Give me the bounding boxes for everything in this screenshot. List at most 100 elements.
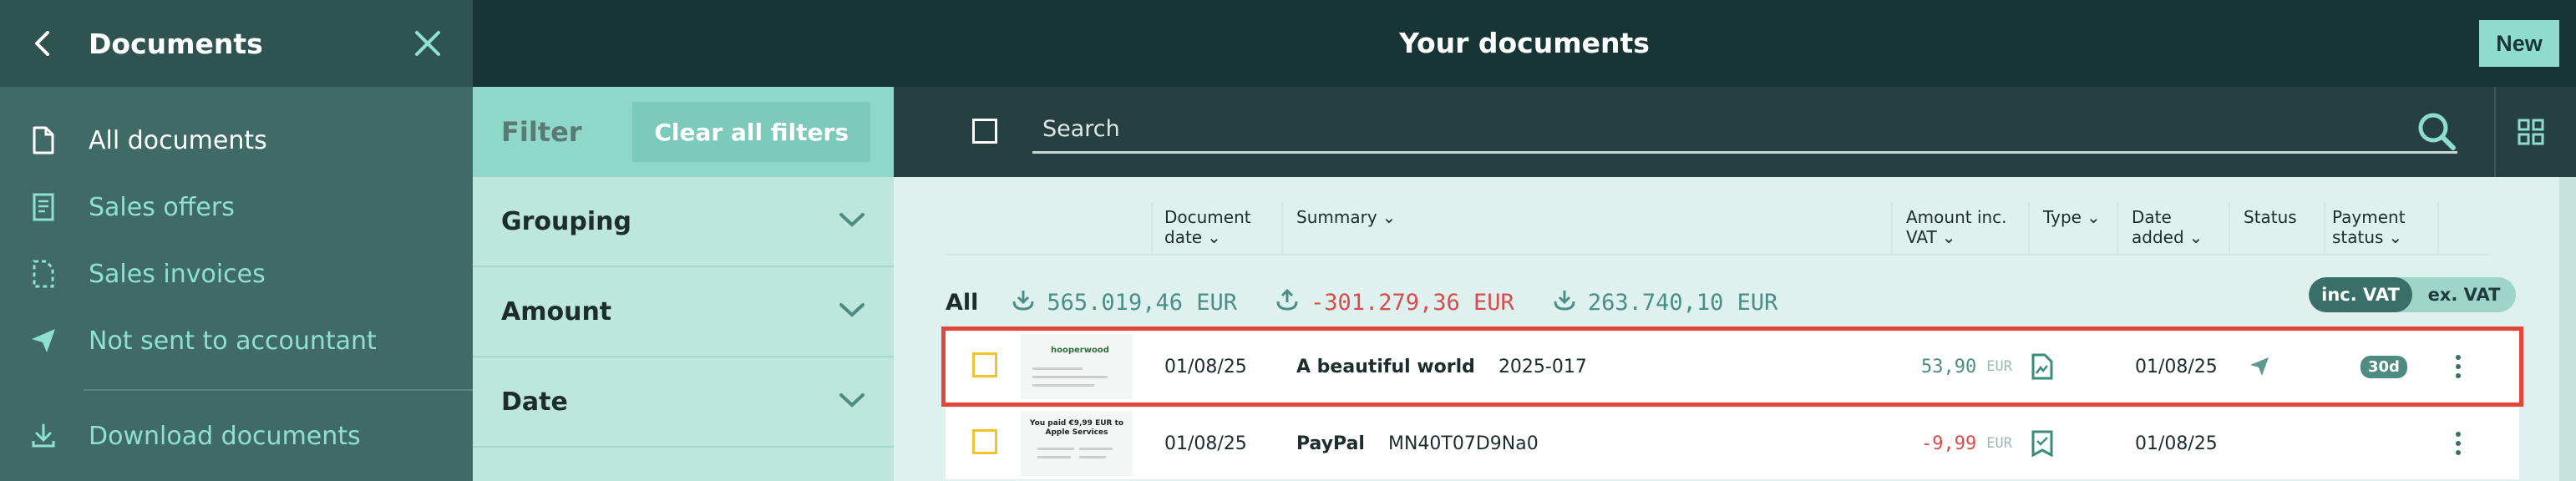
filter-section-grouping[interactable]: Grouping	[473, 177, 894, 267]
expense-icon	[1275, 288, 1299, 317]
row-checkbox[interactable]	[972, 352, 997, 377]
ex-vat-option[interactable]: ex. VAT	[2412, 277, 2516, 312]
select-all-checkbox[interactable]	[972, 119, 997, 144]
sidebar-item-label: Not sent to accountant	[89, 326, 377, 356]
search-input[interactable]	[1032, 107, 2457, 154]
document-amount: -9,99 EUR	[1921, 408, 2012, 479]
filter-section-amount[interactable]: Amount	[473, 267, 894, 357]
chevron-down-icon: ⌄	[1941, 227, 1956, 247]
sidebar-item-sales-offers[interactable]: Sales offers	[0, 174, 473, 240]
sidebar-item-sales-invoices[interactable]: Sales invoices	[0, 240, 473, 307]
column-separator	[2028, 202, 2030, 256]
document-thumbnail[interactable]: You paid €9,99 EUR to Apple Services	[1021, 411, 1133, 476]
column-separator	[2437, 202, 2439, 256]
search-icon[interactable]	[2416, 110, 2457, 152]
top-bar: Your documents New	[473, 0, 2576, 87]
totals-label: All	[946, 289, 979, 316]
grid-view-icon[interactable]	[2518, 119, 2544, 145]
column-header-document-date[interactable]: Document date ⌄	[1164, 207, 1273, 247]
clear-filters-button[interactable]: Clear all filters	[632, 102, 870, 162]
thumbnail-text: You paid €9,99 EUR to Apple Services	[1029, 419, 1124, 437]
amount-value: 53,90	[1921, 356, 1977, 377]
payment-badge: 30d	[2360, 355, 2407, 378]
column-separator	[1151, 202, 1153, 256]
invoice-icon	[27, 257, 60, 291]
column-header-date-added[interactable]: Date added ⌄	[2132, 207, 2224, 247]
column-separator	[2324, 202, 2325, 256]
date-added: 01/08/25	[2135, 433, 2218, 454]
balance-icon	[1553, 288, 1576, 317]
document-thumbnail[interactable]: hooperwood	[1021, 334, 1133, 399]
income-total: 565.019,46 EUR	[1047, 289, 1237, 316]
sidebar-item-label: All documents	[89, 125, 267, 155]
scrollbar[interactable]	[2559, 177, 2576, 481]
date-added: 01/08/25	[2135, 356, 2218, 377]
currency-label: EUR	[1986, 435, 2012, 452]
row-menu-icon[interactable]	[2454, 408, 2462, 479]
download-icon	[27, 419, 60, 453]
column-header-status[interactable]: Status	[2244, 207, 2297, 227]
filter-panel: Filter Clear all filters Grouping Amount…	[473, 87, 894, 481]
column-header-amount[interactable]: Amount inc. VAT ⌄	[1906, 207, 2023, 247]
column-header-type[interactable]: Type ⌄	[2043, 207, 2101, 227]
new-button[interactable]: New	[2479, 20, 2559, 67]
thumbnail-line	[1032, 376, 1108, 378]
sidebar-header: Documents	[0, 0, 473, 87]
column-separator	[2117, 202, 2118, 256]
thumbnail-line	[1032, 384, 1094, 387]
expense-total: -301.279,36 EUR	[1310, 289, 1514, 316]
sidebar-title: Documents	[89, 27, 263, 60]
filter-section-label: Amount	[501, 296, 612, 327]
receipt-type-icon	[2031, 408, 2053, 479]
chevron-down-icon	[839, 392, 865, 412]
chevron-down-icon: ⌄	[1382, 207, 1397, 227]
close-icon[interactable]	[411, 27, 444, 60]
sidebar-item-all-documents[interactable]: All documents	[0, 107, 473, 174]
amount-value: -9,99	[1921, 433, 1977, 454]
payment-status: 30d	[2360, 331, 2407, 403]
filter-section-label: Date	[501, 387, 568, 417]
document-reference: MN40T07D9Na0	[1387, 433, 1539, 454]
chevron-down-icon	[839, 301, 865, 322]
balance-total: 263.740,10 EUR	[1587, 289, 1778, 316]
inc-vat-option[interactable]: inc. VAT	[2309, 277, 2412, 312]
thumbnail-brand: hooperwood	[1051, 346, 1109, 355]
row-checkbox[interactable]	[972, 429, 997, 454]
search-bar	[894, 87, 2576, 177]
back-chevron-icon[interactable]	[28, 30, 55, 57]
column-separator	[1281, 202, 1283, 256]
column-header-payment-status[interactable]: Payment status ⌄	[2332, 207, 2441, 247]
column-separator	[1891, 202, 1893, 256]
column-header-summary[interactable]: Summary ⌄	[1296, 207, 1396, 227]
document-summary: A beautiful world 2025-017	[1296, 331, 1587, 403]
chevron-down-icon	[839, 211, 865, 231]
offer-icon	[27, 190, 60, 224]
nav-divider	[84, 389, 473, 391]
vat-toggle[interactable]: inc. VAT ex. VAT	[2309, 277, 2516, 312]
sidebar-item-not-sent[interactable]: Not sent to accountant	[0, 307, 473, 374]
column-separator	[2229, 202, 2230, 256]
sidebar-item-label: Sales invoices	[89, 259, 266, 289]
row-menu-icon[interactable]	[2454, 331, 2462, 403]
chevron-down-icon: ⌄	[2188, 227, 2203, 247]
table-row[interactable]: hooperwood 01/08/25 A beautiful world 20…	[941, 327, 2523, 407]
sent-status-icon	[2249, 331, 2270, 403]
table-row[interactable]: You paid €9,99 EUR to Apple Services 01/…	[946, 408, 2519, 479]
thumbnail-line	[1032, 367, 1083, 370]
sidebar-nav: All documents Sales offers Sales invoice…	[0, 87, 473, 469]
chevron-down-icon: ⌄	[2388, 227, 2403, 247]
document-name: A beautiful world	[1296, 356, 1475, 377]
page-title: Your documents	[1399, 27, 1650, 59]
filter-section-date[interactable]: Date	[473, 357, 894, 448]
sidebar-item-download[interactable]: Download documents	[0, 403, 473, 469]
sidebar: Documents All documents Sales offers Sal…	[0, 0, 473, 481]
divider	[2494, 87, 2496, 177]
document-amount: 53,90 EUR	[1921, 331, 2012, 403]
document-list: Document date ⌄ Summary ⌄ Amount inc. VAT ⌄…	[894, 177, 2559, 481]
income-icon	[1012, 288, 1035, 317]
sales-document-type-icon	[2031, 331, 2053, 403]
filter-section-label: Grouping	[501, 206, 631, 236]
document-summary: PayPal MN40T07D9Na0	[1296, 408, 1539, 479]
thumbnail-line	[1037, 456, 1071, 458]
sidebar-item-label: Sales offers	[89, 192, 235, 222]
